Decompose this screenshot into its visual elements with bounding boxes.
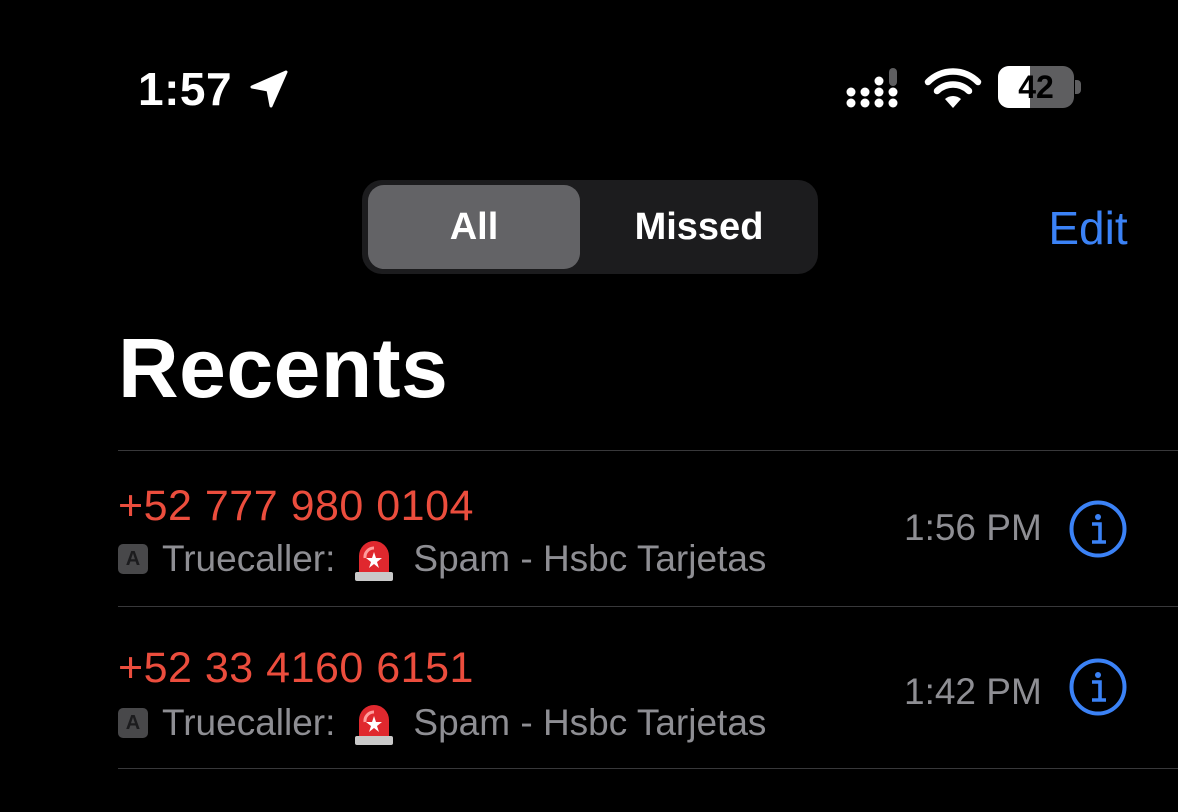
- call-description: Spam - Hsbc Tarjetas: [413, 538, 767, 579]
- call-row[interactable]: +52 33 4160 6151 A Truecaller: Spam - Hs…: [0, 612, 1178, 768]
- battery-level: 42: [1018, 69, 1054, 105]
- caller-number: +52 33 4160 6151: [118, 644, 474, 692]
- info-circle-icon[interactable]: [1069, 500, 1127, 558]
- page-title: Recents: [118, 321, 449, 415]
- status-time: 1:57: [138, 63, 233, 115]
- rotating-light-icon: [355, 541, 394, 581]
- list-divider: [118, 768, 1178, 769]
- segment-all[interactable]: All: [368, 185, 580, 269]
- list-divider: [118, 606, 1178, 607]
- call-description: Spam - Hsbc Tarjetas: [413, 702, 767, 743]
- truecaller-badge-icon: A: [118, 708, 148, 738]
- truecaller-badge-icon: A: [118, 544, 148, 574]
- caller-number: +52 777 980 0104: [118, 482, 474, 530]
- call-time: 1:42 PM: [904, 671, 1042, 712]
- call-row[interactable]: +52 777 980 0104 A Truecaller: Spam - Hs…: [0, 450, 1178, 606]
- rotating-light-icon: [355, 705, 394, 745]
- source-label: Truecaller:: [162, 702, 336, 743]
- caller-identification: A Truecaller: Spam - Hsbc Tarjetas: [118, 536, 766, 582]
- cellular-signal-icon: [846, 68, 898, 108]
- source-label: Truecaller:: [162, 538, 336, 579]
- call-time: 1:56 PM: [904, 507, 1042, 548]
- caller-identification: A Truecaller: Spam - Hsbc Tarjetas: [118, 700, 766, 746]
- info-circle-icon[interactable]: [1069, 658, 1127, 716]
- edit-button[interactable]: Edit: [1028, 200, 1148, 256]
- location-arrow-icon: [250, 70, 288, 108]
- recents-filter-segmented-control: All Missed: [362, 180, 818, 274]
- battery-indicator: 42: [998, 66, 1081, 108]
- wifi-icon: [924, 68, 982, 108]
- segment-missed[interactable]: Missed: [586, 185, 812, 269]
